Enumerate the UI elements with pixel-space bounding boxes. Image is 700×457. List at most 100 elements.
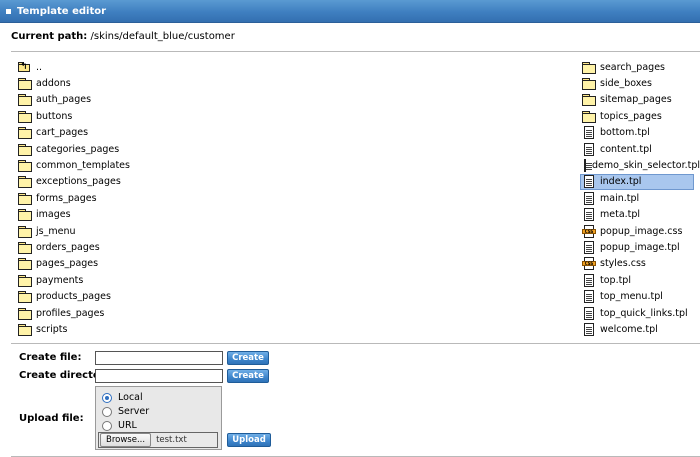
item-name: orders_pages [36, 241, 100, 253]
upload-source-local[interactable]: Local [102, 392, 143, 403]
item-name: demo_skin_selector.tpl [592, 160, 700, 172]
file-list-item[interactable]: CSS popup_image.css [581, 223, 694, 239]
folder-list-item[interactable]: forms_pages [17, 190, 217, 206]
upload-source-server[interactable]: Server [102, 406, 149, 417]
file-list-item[interactable]: meta.tpl [581, 207, 694, 223]
folder-icon [18, 291, 32, 304]
file-list-item[interactable]: bottom.tpl [581, 125, 694, 141]
item-name: categories_pages [36, 143, 120, 155]
create-directory-button[interactable]: Create [227, 369, 269, 383]
item-name: main.tpl [600, 192, 640, 204]
current-path: Current path: /skins/default_blue/custom… [11, 31, 235, 42]
selected-file-name: test.txt [156, 435, 187, 445]
file-list-item[interactable]: demo_skin_selector.tpl [581, 157, 700, 173]
radio-local-label: Local [118, 392, 143, 403]
file-icon [584, 142, 594, 156]
title-bullet-icon [6, 8, 11, 14]
file-list-left-column: ↰.. addons auth_pagesbuttons cart_pagescate… [17, 59, 217, 338]
folder-list-item[interactable]: images [17, 207, 217, 223]
create-file-input[interactable] [95, 351, 223, 365]
folder-list-item[interactable]: common_templates [17, 157, 217, 173]
item-name: forms_pages [36, 192, 97, 204]
folder-icon [582, 94, 596, 107]
upload-file-label: Upload file: [19, 413, 84, 424]
folder-list-item[interactable]: js_menu [17, 223, 217, 239]
item-name: profiles_pages [36, 307, 105, 319]
folder-list-item[interactable]: topics_pages [581, 108, 694, 124]
item-name: payments [36, 274, 84, 286]
radio-url-label: URL [118, 420, 137, 431]
file-list-item[interactable]: top_quick_links.tpl [581, 305, 694, 321]
folder-list-item[interactable]: addons [17, 75, 217, 91]
file-list-item[interactable]: main.tpl [581, 190, 694, 206]
folder-list-item[interactable]: ↰.. [17, 59, 217, 75]
item-name: popup_image.tpl [600, 241, 680, 253]
item-name: bottom.tpl [600, 127, 650, 139]
item-name: exceptions_pages [36, 176, 121, 188]
radio-server[interactable] [102, 406, 112, 417]
create-directory-input[interactable] [95, 369, 223, 383]
file-list-item[interactable]: welcome.tpl [581, 321, 694, 337]
folder-list-item[interactable]: search_pages [581, 59, 694, 75]
file-chooser[interactable]: Browse... test.txt [98, 432, 218, 448]
file-icon [584, 290, 594, 304]
folder-list-item[interactable]: exceptions_pages [17, 174, 217, 190]
file-list-item[interactable]: top.tpl [581, 272, 694, 288]
folder-list-item[interactable]: scripts [17, 321, 217, 337]
folder-list-item[interactable]: profiles_pages [17, 305, 217, 321]
folder-icon [18, 307, 32, 320]
folder-list-item[interactable]: cart_pages [17, 125, 217, 141]
file-icon [584, 240, 594, 254]
file-list-item[interactable]: CSS styles.css [581, 256, 694, 272]
folder-icon [18, 176, 32, 189]
folder-icon [18, 78, 32, 91]
radio-url[interactable] [102, 420, 112, 431]
window-titlebar: Template editor [0, 0, 700, 23]
window-title: Template editor [17, 5, 107, 17]
file-list-item[interactable]: index.tpl [580, 173, 694, 191]
file-list-item[interactable]: content.tpl [581, 141, 694, 157]
item-name: styles.css [600, 258, 646, 270]
divider [11, 51, 700, 52]
folder-list-item[interactable]: orders_pages [17, 239, 217, 255]
folder-list-item[interactable]: side_boxes [581, 75, 694, 91]
folder-icon [582, 61, 596, 74]
folder-icon [18, 274, 32, 287]
item-name: top_quick_links.tpl [600, 307, 688, 319]
item-name: side_boxes [600, 78, 652, 90]
folder-icon [18, 241, 32, 254]
folder-list-item[interactable]: auth_pages [17, 92, 217, 108]
folder-list-item[interactable]: products_pages [17, 288, 217, 304]
folder-up-icon: ↰ [18, 61, 32, 73]
current-path-label: Current path: [11, 31, 88, 42]
create-file-label: Create file: [19, 352, 82, 363]
folder-list-item[interactable]: sitemap_pages [581, 92, 694, 108]
item-name: auth_pages [36, 94, 92, 106]
item-name: pages_pages [36, 258, 99, 270]
item-name: content.tpl [600, 143, 652, 155]
item-name: addons [36, 78, 71, 90]
file-list-item[interactable]: top_menu.tpl [581, 288, 694, 304]
item-name: meta.tpl [600, 209, 641, 221]
folder-icon [18, 143, 32, 156]
folder-list-item[interactable]: buttons [17, 108, 217, 124]
upload-button[interactable]: Upload [227, 433, 271, 447]
item-name: common_templates [36, 160, 130, 172]
folder-icon [18, 94, 32, 107]
folder-icon [18, 323, 32, 336]
file-icon [584, 208, 594, 222]
item-name: sitemap_pages [600, 94, 672, 106]
upload-source-url[interactable]: URL [102, 420, 137, 431]
folder-icon [18, 160, 32, 173]
file-list-right-column: search_pages side_boxes sitemap_pagestopic… [580, 59, 700, 338]
create-file-button[interactable]: Create [227, 351, 269, 365]
browse-button[interactable]: Browse... [100, 433, 152, 447]
item-name: .. [36, 61, 43, 73]
item-name: buttons [36, 110, 73, 122]
item-name: products_pages [36, 291, 111, 303]
file-list-item[interactable]: popup_image.tpl [581, 239, 694, 255]
radio-local[interactable] [102, 392, 112, 403]
folder-list-item[interactable]: payments [17, 272, 217, 288]
folder-list-item[interactable]: categories_pages [17, 141, 217, 157]
folder-list-item[interactable]: pages_pages [17, 256, 217, 272]
